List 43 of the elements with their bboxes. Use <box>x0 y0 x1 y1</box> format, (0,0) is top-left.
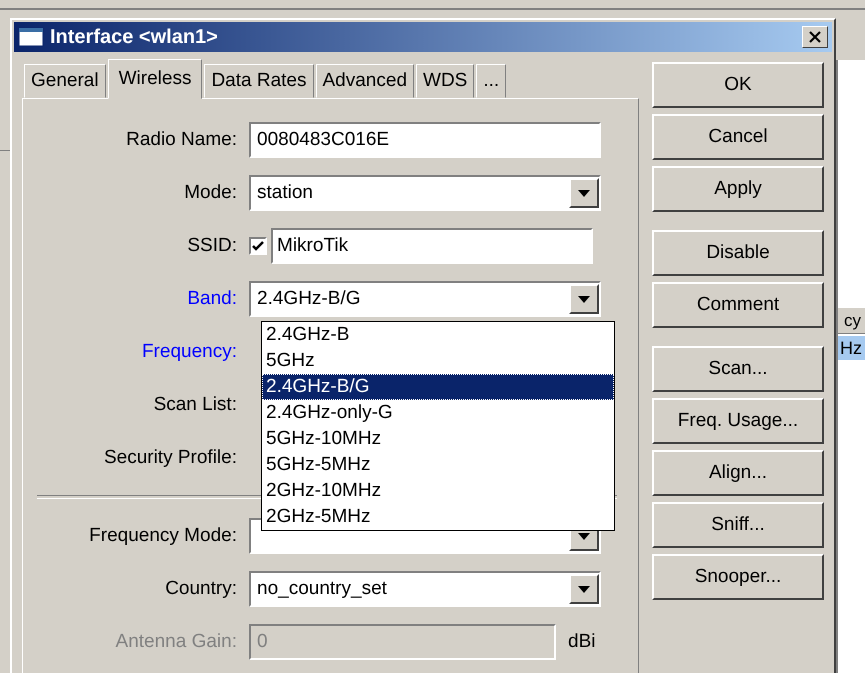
dropdown-field[interactable]: station <box>249 175 601 211</box>
field-label: Antenna Gain: <box>114 631 238 653</box>
field-label: Country: <box>164 578 238 600</box>
text-field[interactable]: MikroTik <box>271 228 593 264</box>
tab[interactable]: ... <box>476 64 506 98</box>
dialog-button[interactable]: OK <box>652 62 824 108</box>
dropdown-option[interactable]: 5GHz-5MHz <box>262 452 614 478</box>
unit-label: dBi <box>568 631 596 653</box>
tab[interactable]: Data Rates <box>204 64 314 98</box>
tab[interactable]: WDS <box>416 64 474 98</box>
field-label: Band: <box>186 288 238 310</box>
dialog-button[interactable]: Scan... <box>652 346 824 392</box>
dialog-button[interactable]: Align... <box>652 450 824 496</box>
column-header: cy <box>838 308 865 334</box>
text-field[interactable]: 0080483C016E <box>249 122 601 158</box>
dropdown-option[interactable]: 5GHz <box>262 348 614 374</box>
tab[interactable]: Wireless <box>108 59 202 99</box>
table-cell: Hz <box>838 336 865 360</box>
dialog-button[interactable]: Sniff... <box>652 502 824 548</box>
dropdown-option[interactable]: 2GHz-5MHz <box>262 504 614 530</box>
field-label: Mode: <box>183 182 238 204</box>
dropdown-field[interactable]: no_country_set <box>249 571 601 607</box>
dialog-button[interactable]: Apply <box>652 166 824 212</box>
tab[interactable]: General <box>24 64 106 98</box>
dialog-button[interactable]: Snooper... <box>652 554 824 600</box>
dropdown-option[interactable]: 2.4GHz-B <box>262 322 614 348</box>
field-label: Security Profile: <box>102 447 238 469</box>
field-label: Frequency Mode: <box>88 525 238 547</box>
dropdown-field[interactable]: 2.4GHz-B/G <box>249 281 601 317</box>
field-label: Radio Name: <box>125 129 238 151</box>
field-label: Scan List: <box>152 394 238 416</box>
tab[interactable]: Advanced <box>316 64 414 98</box>
field-label: SSID: <box>186 235 238 257</box>
dropdown-option[interactable]: 5GHz-10MHz <box>262 426 614 452</box>
window-title: Interface <wlan1> <box>50 26 218 48</box>
field-label: Frequency: <box>140 341 238 363</box>
dropdown-option[interactable]: 2.4GHz-only-G <box>262 400 614 426</box>
dropdown-option[interactable]: 2.4GHz-B/G <box>262 374 614 400</box>
dialog-button[interactable]: Freq. Usage... <box>652 398 824 444</box>
dropdown-option[interactable]: 2GHz-10MHz <box>262 478 614 504</box>
dialog-button[interactable]: Comment <box>652 282 824 328</box>
dialog-button[interactable]: Cancel <box>652 114 824 160</box>
dialog-button[interactable]: Disable <box>652 230 824 276</box>
